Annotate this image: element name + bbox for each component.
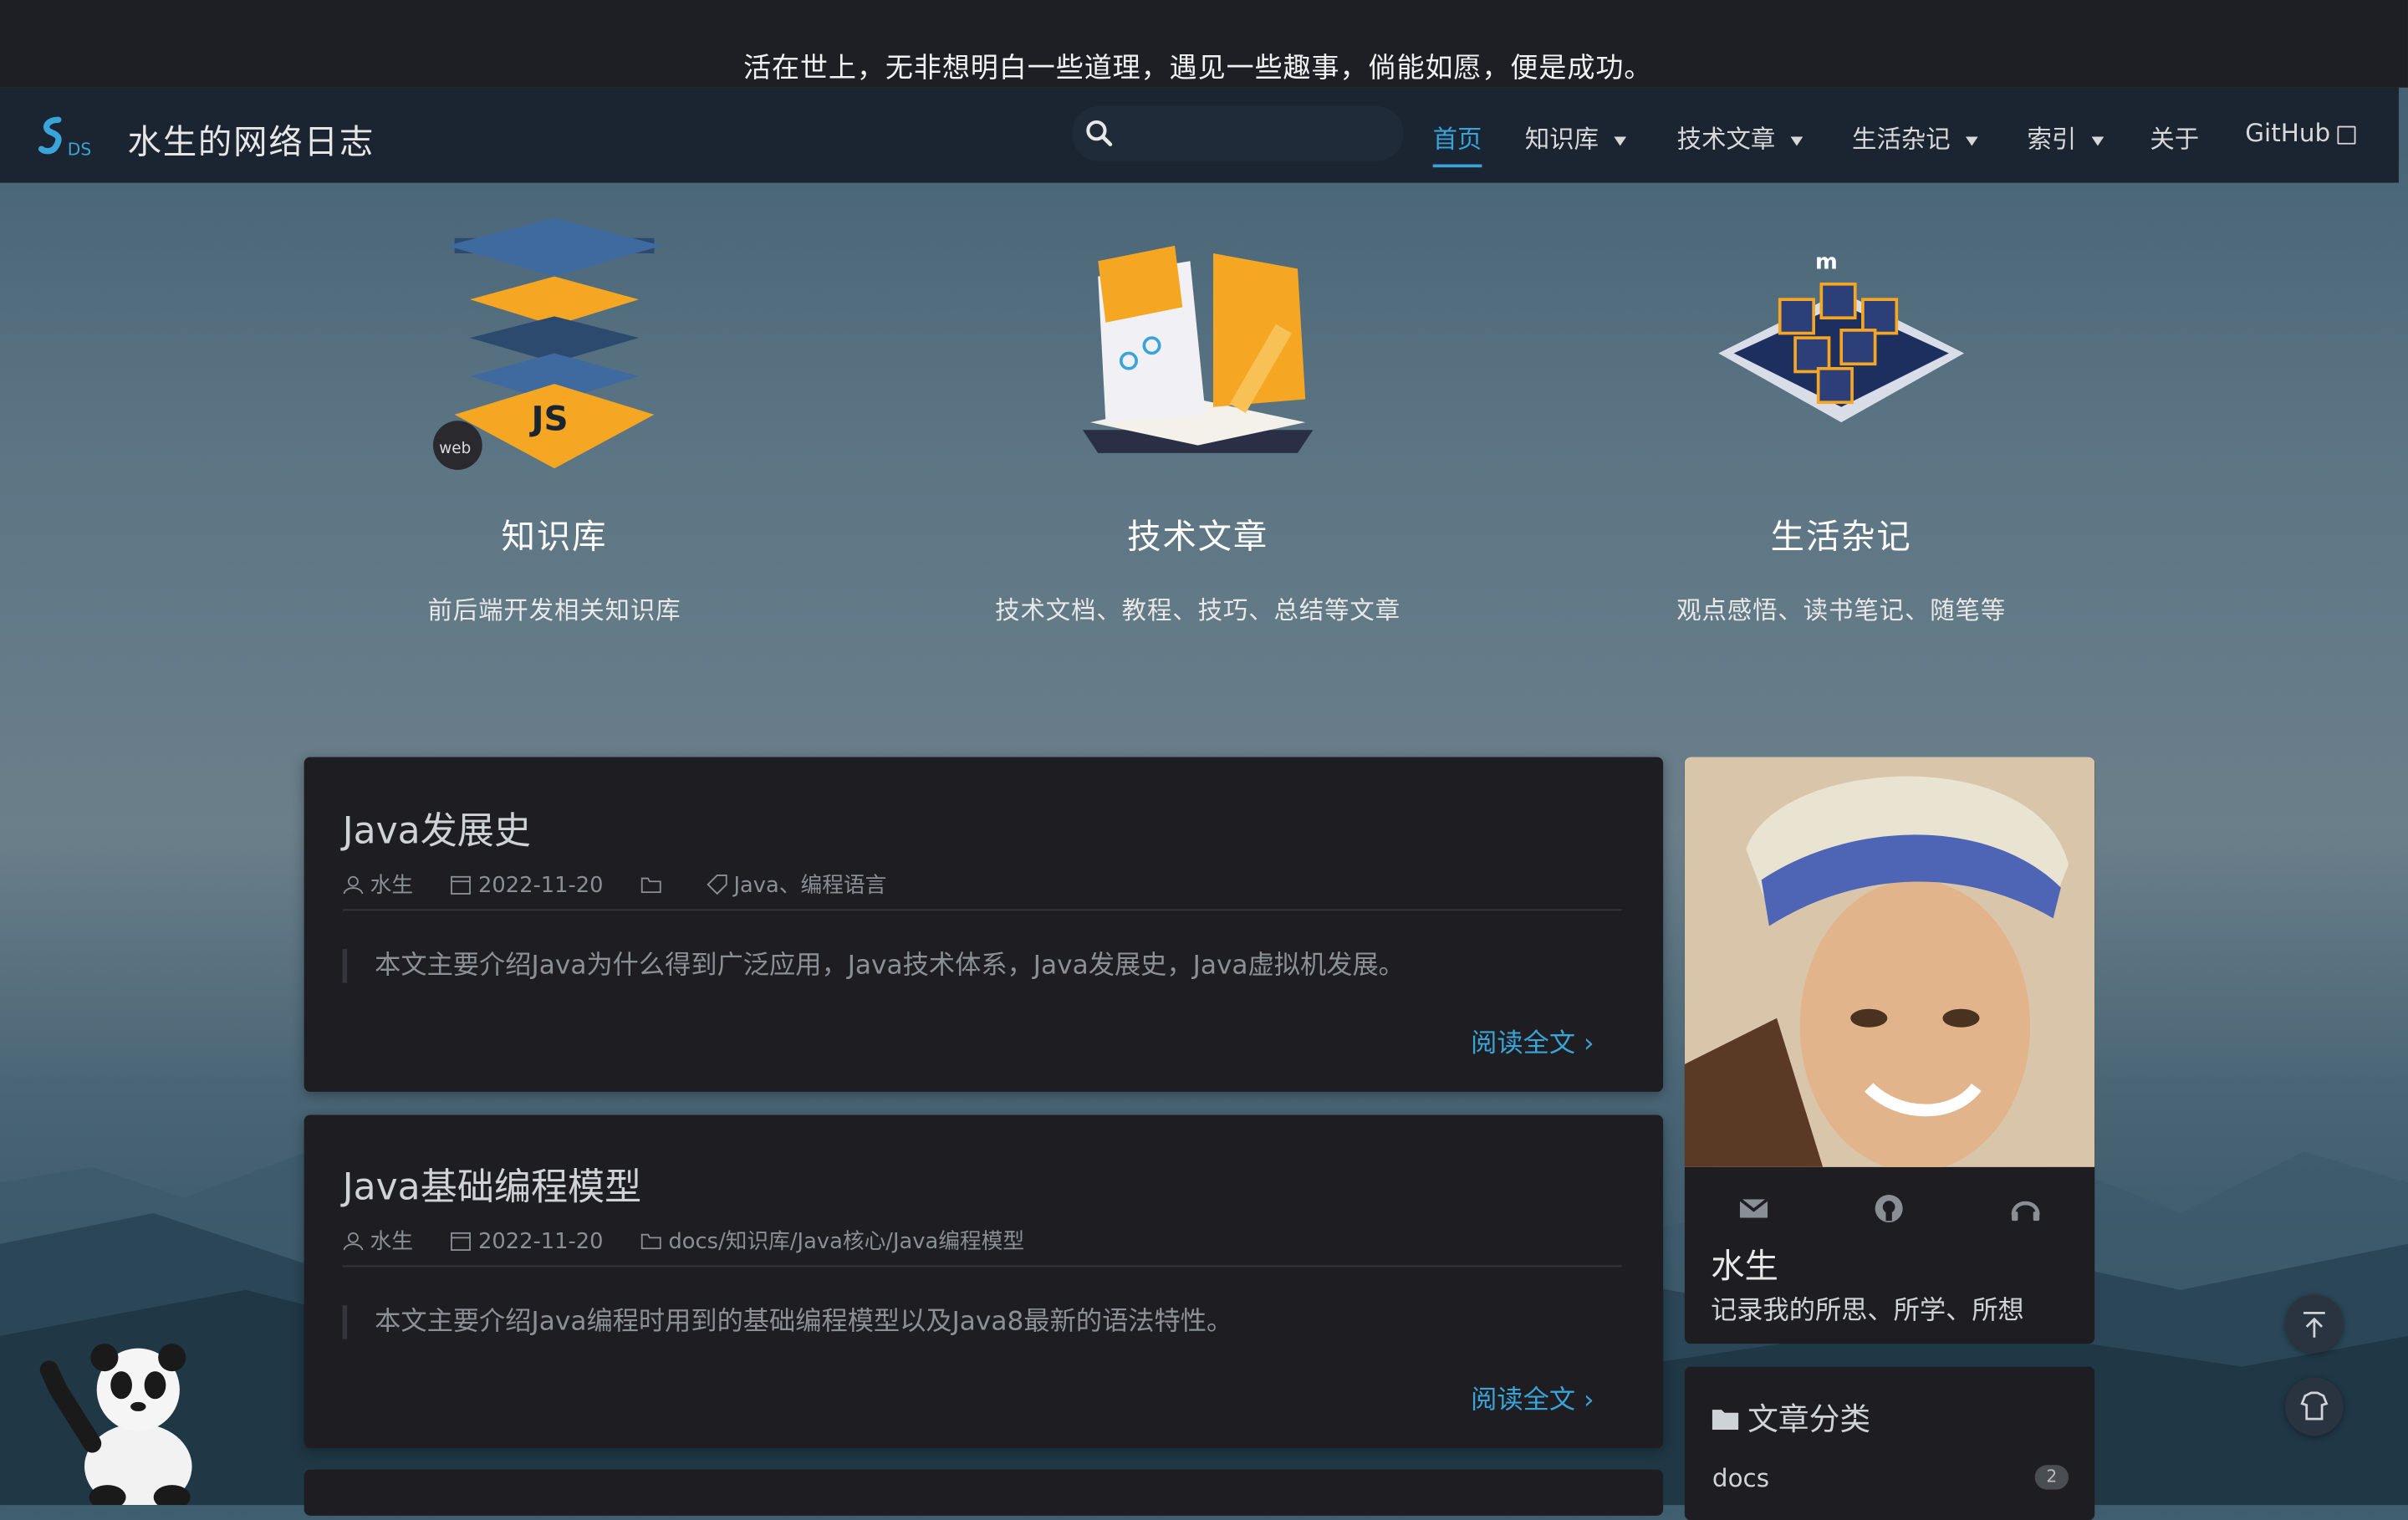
category-title: 文章分类 — [1711, 1395, 1870, 1439]
github-icon[interactable] — [1870, 1190, 1907, 1227]
shirt-icon — [2300, 1391, 2329, 1421]
layered-js-stack-icon: JS web — [432, 217, 662, 471]
feature-desc: 技术文档、教程、技巧、总结等文章 — [995, 595, 1401, 625]
mail-icon[interactable] — [1735, 1190, 1772, 1227]
user-icon — [343, 1232, 364, 1251]
navbar: DS 水生的网络日志 首页 知识库 技术文章 生活杂记 索引 关于 GitHub — [0, 87, 2399, 183]
divider — [342, 909, 1622, 911]
nav-index[interactable]: 索引 — [2027, 118, 2104, 155]
nav-tech-articles[interactable]: 技术文章 — [1677, 118, 1803, 155]
post-category[interactable] — [640, 874, 668, 898]
post-card — [304, 1469, 1664, 1516]
post-meta: 水生 2022-11-20 docs/知识库/Java核心/Java编程模型 — [343, 1226, 1055, 1257]
svg-text:web: web — [439, 440, 471, 457]
feature-desc: 前后端开发相关知识库 — [427, 595, 681, 625]
cube-grid-icon: m — [1718, 249, 1965, 423]
post-author[interactable]: 水生 — [343, 1226, 413, 1257]
nav-home[interactable]: 首页 — [1432, 118, 1482, 168]
back-to-top-button[interactable] — [2285, 1294, 2344, 1354]
folder-icon — [641, 1233, 662, 1250]
avatar[interactable] — [1684, 757, 2095, 1167]
open-book-pencil-icon — [1082, 245, 1314, 453]
tag-icon — [706, 875, 727, 895]
nav-github[interactable]: GitHub — [2245, 118, 2357, 147]
feature-knowledge-base[interactable]: JS web 知识库 前后端开发相关知识库 — [309, 215, 800, 626]
profile-card: 水生 记录我的所思、所学、所想 — [1684, 757, 2095, 1344]
post-card: Java发展史 水生 2022-11-20 Java、编程语言 本文主要介绍Ja… — [304, 757, 1664, 1092]
divider — [342, 1265, 1622, 1268]
svg-text:DS: DS — [68, 140, 91, 160]
search-icon — [1086, 120, 1113, 146]
category-count-badge: 2 — [2034, 1465, 2069, 1490]
feature-title: 生活杂记 — [1770, 518, 1912, 558]
post-title[interactable]: Java基础编程模型 — [343, 1156, 642, 1210]
post-date: 2022-11-20 — [451, 874, 604, 898]
site-logo[interactable]: DS — [37, 114, 98, 160]
nav-life-notes[interactable]: 生活杂记 — [1852, 118, 1978, 155]
caret-down-icon — [1614, 135, 1627, 145]
read-more-link[interactable]: 阅读全文 › — [1471, 1378, 1594, 1416]
site-title[interactable]: 水生的网络日志 — [127, 115, 375, 165]
arrow-up-icon — [2303, 1312, 2325, 1338]
chevron-right-icon: › — [1583, 1028, 1594, 1060]
feature-tech-articles[interactable]: 技术文章 技术文档、教程、技巧、总结等文章 — [952, 215, 1444, 626]
post-date: 2022-11-20 — [451, 1230, 604, 1255]
top-bar: 活在世上，无非想明白一些道理，遇见一些趣事，倘能如愿，便是成功。 — [0, 0, 2408, 88]
category-item[interactable]: docs — [1712, 1463, 1769, 1492]
post-excerpt: 本文主要介绍Java为什么得到广泛应用，Java技术体系，Java发展史，Jav… — [342, 949, 1619, 983]
folder-icon — [641, 877, 662, 894]
post-tags[interactable]: Java、编程语言 — [706, 870, 886, 900]
chevron-right-icon: › — [1583, 1385, 1594, 1416]
feature-title: 知识库 — [501, 518, 608, 558]
read-more-link[interactable]: 阅读全文 › — [1471, 1021, 1594, 1060]
nav-about[interactable]: 关于 — [2150, 118, 2199, 155]
svg-text:JS: JS — [528, 398, 568, 438]
caret-down-icon — [1790, 135, 1803, 145]
search-input[interactable] — [1072, 105, 1404, 161]
post-card: Java基础编程模型 水生 2022-11-20 docs/知识库/Java核心… — [304, 1114, 1664, 1449]
caret-down-icon — [1966, 135, 1978, 145]
post-excerpt: 本文主要介绍Java编程时用到的基础编程模型以及Java8最新的语法特性。 — [342, 1305, 1619, 1339]
caret-down-icon — [2091, 135, 2104, 145]
calendar-icon — [451, 875, 472, 895]
profile-bio: 记录我的所思、所学、所想 — [1711, 1296, 2024, 1327]
post-title[interactable]: Java发展史 — [343, 800, 531, 854]
svg-text:m: m — [1815, 249, 1838, 274]
profile-name: 水生 — [1711, 1248, 1778, 1288]
post-meta: 水生 2022-11-20 Java、编程语言 — [343, 870, 917, 900]
post-category[interactable]: docs/知识库/Java核心/Java编程模型 — [640, 1226, 1024, 1257]
category-card: 文章分类 docs 2 — [1684, 1366, 2095, 1520]
feature-desc: 观点感悟、读书笔记、随笔等 — [1676, 595, 2007, 625]
calendar-icon — [451, 1232, 472, 1251]
panda-mascot[interactable] — [31, 1336, 231, 1505]
folder-open-icon — [1712, 1410, 1739, 1430]
headphones-icon[interactable] — [2008, 1190, 2044, 1227]
feature-title: 技术文章 — [1127, 518, 1269, 558]
nav-knowledge-base[interactable]: 知识库 — [1525, 118, 1627, 155]
user-icon — [343, 875, 364, 895]
motto-text: 活在世上，无非想明白一些道理，遇见一些趣事，倘能如愿，便是成功。 — [742, 52, 1653, 85]
post-author[interactable]: 水生 — [343, 870, 413, 900]
external-link-icon — [2338, 125, 2357, 144]
feature-life-notes[interactable]: m 生活杂记 观点感悟、读书笔记、随笔等 — [1595, 215, 2087, 626]
theme-button[interactable] — [2285, 1377, 2344, 1436]
